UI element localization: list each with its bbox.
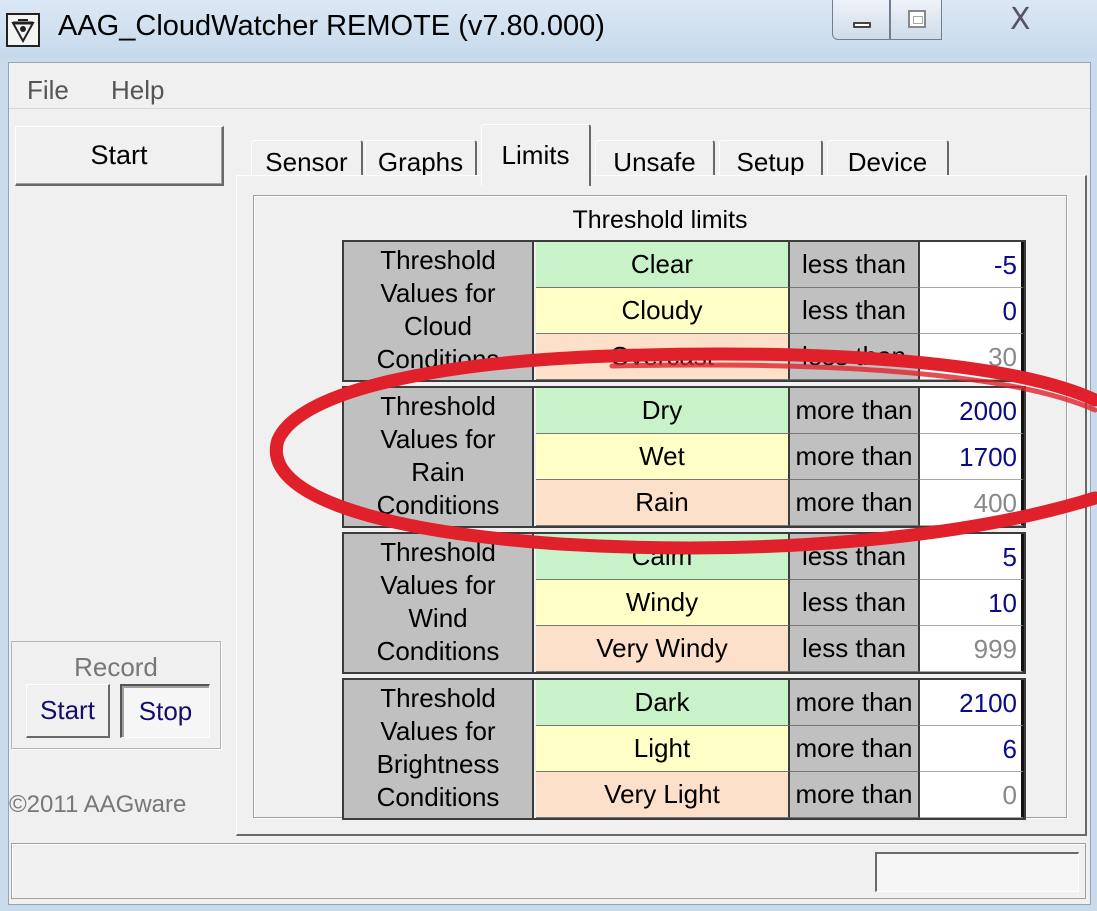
condition-label: Dry [536, 388, 790, 434]
comparator-label: more than [790, 480, 920, 526]
threshold-limits-group: Threshold limits Threshold Values for Cl… [253, 195, 1067, 820]
brightness-threshold-group: Threshold Values for Brightness Conditio… [342, 678, 1026, 820]
rain-group-label: Threshold Values for Rain Conditions [344, 388, 534, 526]
limit-row: Overcast less than 30 [536, 334, 1024, 380]
comparator-label: more than [790, 388, 920, 434]
threshold-value-field[interactable]: 2000 [920, 388, 1024, 434]
minimize-icon [853, 22, 871, 28]
condition-label: Very Light [536, 772, 790, 818]
cloud-group-label: Threshold Values for Cloud Conditions [344, 242, 534, 380]
window-title: AAG_CloudWatcher REMOTE (v7.80.000) [58, 10, 605, 42]
threshold-value-field[interactable]: 10 [920, 580, 1024, 626]
shield-icon [11, 19, 35, 43]
threshold-value-field[interactable]: 5 [920, 534, 1024, 580]
limits-grid: Threshold Values for Cloud Conditions Cl… [342, 240, 1026, 824]
limit-row: Dry more than 2000 [536, 388, 1024, 434]
threshold-value-field[interactable]: 0 [920, 288, 1024, 334]
comparator-label: less than [790, 580, 920, 626]
menu-help[interactable]: Help [111, 75, 164, 106]
client-area: File Help Start Record Start Stop ©2011 … [8, 62, 1091, 905]
comparator-label: more than [790, 434, 920, 480]
condition-label: Light [536, 726, 790, 772]
threshold-value-field[interactable]: 1700 [920, 434, 1024, 480]
condition-label: Wet [536, 434, 790, 480]
condition-label: Rain [536, 480, 790, 526]
copyright-text: ©2011 AAGware [9, 791, 187, 818]
app-icon[interactable] [6, 13, 40, 47]
record-stop-button[interactable]: Stop [120, 684, 210, 738]
comparator-label: more than [790, 726, 920, 772]
cloud-threshold-group: Threshold Values for Cloud Conditions Cl… [342, 240, 1026, 382]
limit-row: Clear less than -5 [536, 242, 1024, 288]
close-icon: X [1010, 2, 1031, 37]
limit-row: Wet more than 1700 [536, 434, 1024, 480]
threshold-value-field[interactable]: 400 [920, 480, 1024, 526]
group-title: Threshold limits [572, 206, 748, 234]
limit-row: Windy less than 10 [536, 580, 1024, 626]
condition-label: Clear [536, 242, 790, 288]
limit-row: Rain more than 400 [536, 480, 1024, 526]
status-field [875, 852, 1079, 892]
condition-label: Calm [536, 534, 790, 580]
wind-threshold-group: Threshold Values for Wind Conditions Cal… [342, 532, 1026, 674]
maximize-button[interactable] [890, 0, 942, 40]
menu-bar: File Help [9, 63, 1090, 109]
maximize-icon [908, 10, 926, 28]
start-button[interactable]: Start [15, 126, 224, 186]
record-label: Record [74, 652, 158, 682]
record-group: Record Start Stop [11, 641, 221, 749]
wind-group-label: Threshold Values for Wind Conditions [344, 534, 534, 672]
record-start-button[interactable]: Start [26, 684, 110, 738]
rain-threshold-group: Threshold Values for Rain Conditions Dry… [342, 386, 1026, 528]
threshold-value-field[interactable]: -5 [920, 242, 1024, 288]
limit-row: Very Light more than 0 [536, 772, 1024, 818]
limit-row: Cloudy less than 0 [536, 288, 1024, 334]
status-bar [11, 843, 1086, 899]
brightness-group-label: Threshold Values for Brightness Conditio… [344, 680, 534, 818]
comparator-label: less than [790, 242, 920, 288]
condition-label: Dark [536, 680, 790, 726]
limit-row: Dark more than 2100 [536, 680, 1024, 726]
condition-label: Very Windy [536, 626, 790, 672]
comparator-label: more than [790, 680, 920, 726]
condition-label: Overcast [536, 334, 790, 380]
comparator-label: less than [790, 288, 920, 334]
comparator-label: less than [790, 626, 920, 672]
threshold-value-field[interactable]: 2100 [920, 680, 1024, 726]
condition-label: Windy [536, 580, 790, 626]
threshold-value-field[interactable]: 0 [920, 772, 1024, 818]
comparator-label: less than [790, 334, 920, 380]
comparator-label: more than [790, 772, 920, 818]
threshold-value-field[interactable]: 999 [920, 626, 1024, 672]
limit-row: Light more than 6 [536, 726, 1024, 772]
threshold-value-field[interactable]: 6 [920, 726, 1024, 772]
minimize-button[interactable] [832, 0, 890, 40]
condition-label: Cloudy [536, 288, 790, 334]
menu-file[interactable]: File [27, 75, 69, 106]
title-bar: AAG_CloudWatcher REMOTE (v7.80.000) X [0, 0, 1097, 58]
close-button[interactable]: X [942, 0, 1094, 40]
limits-panel: Threshold limits Threshold Values for Cl… [236, 175, 1087, 836]
limit-row: Very Windy less than 999 [536, 626, 1024, 672]
threshold-value-field[interactable]: 30 [920, 334, 1024, 380]
limit-row: Calm less than 5 [536, 534, 1024, 580]
comparator-label: less than [790, 534, 920, 580]
tab-limits[interactable]: Limits [481, 124, 591, 186]
